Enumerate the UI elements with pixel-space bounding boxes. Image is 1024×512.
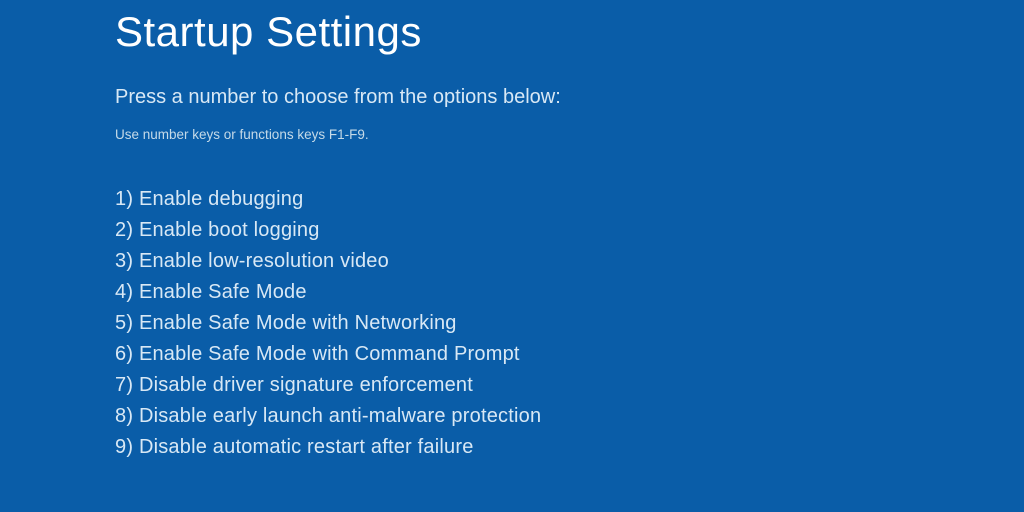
option-7[interactable]: 7) Disable driver signature enforcement — [115, 370, 1024, 401]
instruction-text: Press a number to choose from the option… — [115, 86, 1024, 109]
option-5[interactable]: 5) Enable Safe Mode with Networking — [115, 308, 1024, 339]
hint-text: Use number keys or functions keys F1-F9. — [115, 127, 1024, 142]
option-3[interactable]: 3) Enable low-resolution video — [115, 246, 1024, 277]
page-title: Startup Settings — [115, 8, 1024, 56]
option-4[interactable]: 4) Enable Safe Mode — [115, 277, 1024, 308]
option-2[interactable]: 2) Enable boot logging — [115, 215, 1024, 246]
option-1[interactable]: 1) Enable debugging — [115, 184, 1024, 215]
option-6[interactable]: 6) Enable Safe Mode with Command Prompt — [115, 339, 1024, 370]
option-8[interactable]: 8) Disable early launch anti-malware pro… — [115, 401, 1024, 432]
options-list: 1) Enable debugging 2) Enable boot loggi… — [115, 184, 1024, 463]
option-9[interactable]: 9) Disable automatic restart after failu… — [115, 432, 1024, 463]
